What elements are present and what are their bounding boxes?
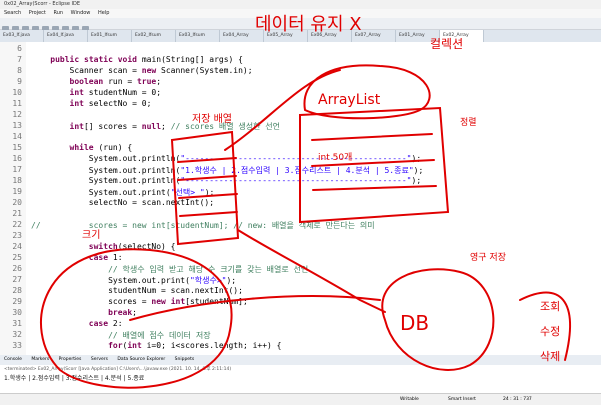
console-view: Console Markers Properties Servers Data … (0, 355, 601, 415)
code-line: selectNo = scan.nextInt(); (31, 198, 215, 207)
line-number: 16 (12, 154, 22, 163)
line-number: 12 (12, 110, 22, 119)
tab-servers[interactable]: Servers (91, 357, 108, 362)
code-line: // 학생수 입력 받고 해당 수 크기를 갖는 배열로 선언 (108, 265, 309, 274)
code-line: System.out.println("1.학생수 | 2.점수입력 | 3.점… (31, 166, 424, 175)
line-number: 28 (12, 286, 22, 295)
editor-tab[interactable]: Ex01_Array (396, 30, 440, 42)
code-line: break; (108, 308, 137, 317)
tab-data-source-explorer[interactable]: Data Source Explorer (117, 357, 165, 362)
menu-window[interactable]: Window (71, 10, 91, 16)
line-number: 19 (12, 187, 22, 196)
line-number: 23 (12, 231, 22, 240)
line-number: 13 (12, 121, 22, 130)
line-number: 6 (17, 44, 22, 53)
editor-tab[interactable]: Ex04_Array (220, 30, 264, 42)
code-line: while (run) { (69, 143, 133, 152)
menu-help[interactable]: Help (98, 10, 109, 16)
code-line: System.out.print("학생수>"); (31, 276, 237, 285)
tab-snippets[interactable]: Snippets (175, 357, 195, 362)
editor-tab[interactable]: Ex07_Array (352, 30, 396, 42)
status-insert-mode: Smart Insert (448, 397, 476, 402)
line-number: 26 (12, 264, 22, 273)
window-title-bar: 0x02_Array(Scorr - Eclipse IDE (0, 0, 601, 9)
toolbar (0, 18, 601, 33)
line-number: 7 (17, 55, 22, 64)
editor-tab[interactable]: Ex02_Ifsum (132, 30, 176, 42)
line-number: 15 (12, 143, 22, 152)
line-number-gutter: 6 7 8 9 10 11 12 13 14 15 16 17 18 19 20 21 22 23 24 25 26 27… (0, 42, 26, 355)
menu-bar: Search Project Run Window Help (0, 9, 601, 18)
tab-properties[interactable]: Properties (59, 357, 82, 362)
code-line: // scores = new int[studentNum]; // new:… (31, 221, 375, 230)
code-line: boolean run = true; (69, 77, 162, 86)
line-number: 9 (17, 77, 22, 86)
menu-search[interactable]: Search (4, 10, 21, 16)
line-number: 17 (12, 165, 22, 174)
window-title: 0x02_Array(Scorr - Eclipse IDE (4, 1, 81, 7)
console-terminated-label: <terminated> Ex02_Array(Scorr [Java Appl… (4, 367, 232, 372)
line-number: 30 (12, 308, 22, 317)
line-number: 32 (12, 330, 22, 339)
line-number: 33 (12, 341, 22, 350)
console-tabs: Console Markers Properties Servers Data … (0, 355, 601, 365)
editor-tab[interactable]: Ex04_If.java (44, 30, 88, 42)
editor-tab[interactable]: Ex01_Ifsum (88, 30, 132, 42)
status-writable: Writable (400, 397, 419, 402)
code-line: case 1: (88, 253, 123, 262)
code-editor[interactable]: 6 7 8 9 10 11 12 13 14 15 16 17 18 19 20 21 22 23 24 25 26 27… (0, 42, 601, 355)
line-number: 20 (12, 198, 22, 207)
code-line: public static void main(String[] args) { (50, 55, 243, 64)
code-line: System.out.println("--------------------… (31, 176, 422, 185)
editor-tab[interactable]: Ex03_Ifsum (176, 30, 220, 42)
editor-tab[interactable]: Ex05_Array (264, 30, 308, 42)
code-line: int selectNo = 0; (69, 99, 152, 108)
code-line: System.out.println("--------------------… (31, 154, 422, 163)
editor-tab[interactable]: Ex06_Array (308, 30, 352, 42)
menu-project[interactable]: Project (29, 10, 46, 16)
console-output: 1.학생수 | 2.점수입력 | 3.점수리스트 | 4.분석 | 5.종료 (4, 375, 145, 382)
status-bar: Writable Smart Insert 24 : 31 : 737 (0, 393, 601, 405)
code-line: studentNum = scan.nextInt(); (31, 286, 243, 295)
line-number: 29 (12, 297, 22, 306)
line-number: 25 (12, 253, 22, 262)
code-line: int studentNum = 0; (69, 88, 162, 97)
status-cursor-position: 24 : 31 : 737 (503, 397, 532, 402)
line-number: 11 (12, 99, 22, 108)
line-number: 27 (12, 275, 22, 284)
line-number: 14 (12, 132, 22, 141)
editor-tab[interactable]: Ex02_Array (440, 30, 484, 42)
code-line: int[] scores = null; // scores 배열 생성한 선언 (69, 122, 281, 131)
line-number: 18 (12, 176, 22, 185)
code-line: Scanner scan = new Scanner(System.in); (31, 66, 253, 75)
menu-run[interactable]: Run (53, 10, 63, 16)
code-line: scores = new int[studentNum]; (31, 297, 248, 306)
code-line: case 2: (88, 319, 123, 328)
code-line: for(int i=0; i<scores.length; i++) { (108, 341, 282, 350)
code-line: // 배열에 점수 데이터 저장 (108, 331, 211, 340)
line-number: 31 (12, 319, 22, 328)
line-number: 8 (17, 66, 22, 75)
line-number: 24 (12, 242, 22, 251)
code-line: System.out.print("선택> "); (31, 188, 215, 197)
editor-tab[interactable]: Ex03_If.java (0, 30, 44, 42)
tab-console[interactable]: Console (4, 357, 22, 362)
code-line: switch(selectNo) { (88, 242, 176, 251)
line-number: 22 (12, 220, 22, 229)
tab-markers[interactable]: Markers (31, 357, 49, 362)
editor-tabs: Ex03_If.java Ex04_If.java Ex01_Ifsum Ex02_I… (0, 30, 601, 42)
line-number: 10 (12, 88, 22, 97)
line-number: 21 (12, 209, 22, 218)
